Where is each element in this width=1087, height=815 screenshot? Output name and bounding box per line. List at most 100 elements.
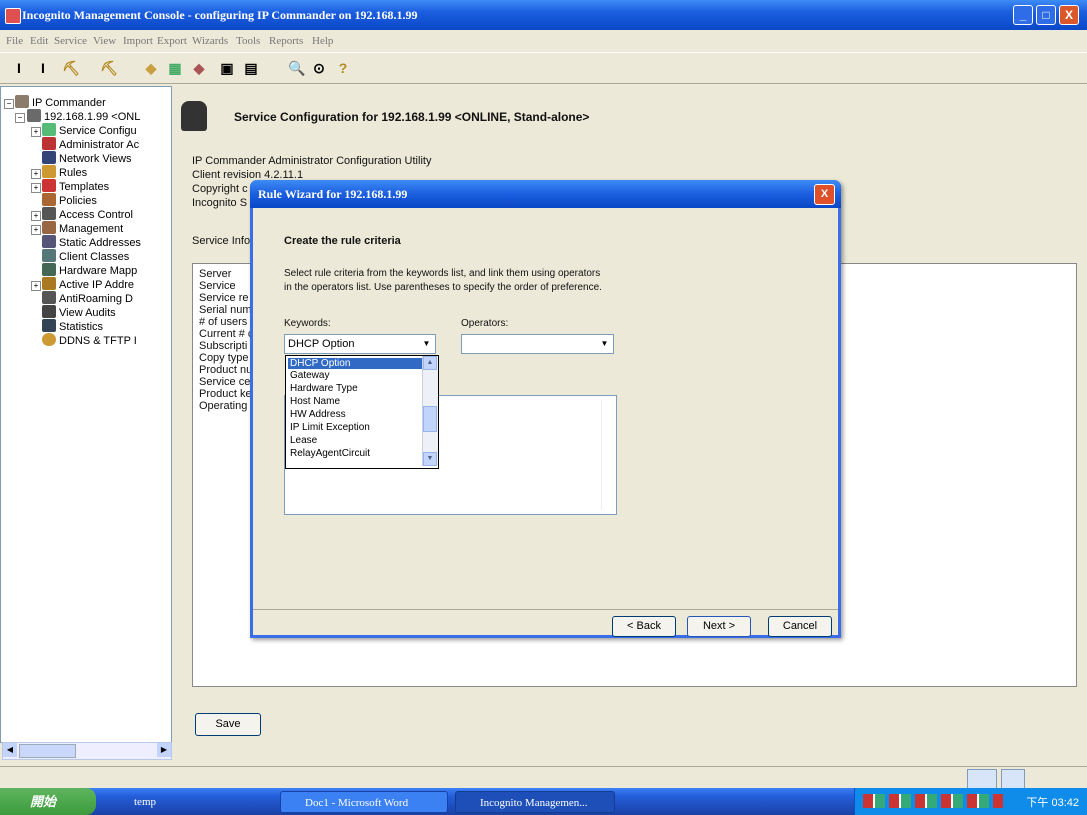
- tree-item-service-configuration[interactable]: Service Configu: [42, 123, 137, 137]
- keywords-select[interactable]: DHCP Option ▼: [284, 334, 436, 354]
- tree-item-hardware-mapping[interactable]: Hardware Mapp: [42, 263, 137, 277]
- window-title: Incognito Management Console - configuri…: [22, 8, 418, 22]
- toolbar: I I ⛏ ⛏ ◆ ▦ ◆ ▣ ▤ 🔍 ⊙ ?: [0, 52, 1087, 84]
- keywords-select-value: DHCP Option: [288, 338, 355, 350]
- collapse-icon[interactable]: −: [15, 113, 25, 123]
- keyword-option[interactable]: HW Address: [288, 409, 422, 420]
- expand-icon[interactable]: +: [31, 127, 41, 137]
- menu-tools[interactable]: Tools: [236, 35, 260, 47]
- refresh-icon[interactable]: ⊙: [308, 58, 330, 78]
- menu-service[interactable]: Service: [54, 35, 87, 47]
- keyword-option[interactable]: Hardware Type: [288, 383, 422, 394]
- tree-item-active-ip-addresses[interactable]: Active IP Addre: [42, 277, 134, 291]
- operators-select[interactable]: ▼: [461, 334, 614, 354]
- tray-icons[interactable]: [863, 794, 1003, 808]
- chevron-down-icon[interactable]: ▼: [419, 336, 434, 352]
- search-icon[interactable]: 🔍: [286, 58, 308, 78]
- scroll-right-icon[interactable]: ▶: [157, 743, 171, 757]
- tree-item-client-classes[interactable]: Client Classes: [42, 249, 129, 263]
- active-ip-icon: [42, 277, 56, 290]
- save-button[interactable]: Save: [195, 713, 261, 736]
- dialog-close-button[interactable]: X: [814, 184, 835, 205]
- tree-item-static-addresses[interactable]: Static Addresses: [42, 235, 141, 249]
- tree-server[interactable]: 192.168.1.99 <ONL: [27, 109, 140, 123]
- toolbar-export-icon[interactable]: ⛏: [98, 58, 120, 78]
- scroll-thumb[interactable]: [423, 406, 437, 432]
- wizard-heading: Create the rule criteria: [284, 235, 401, 247]
- tree-item-view-audits[interactable]: View Audits: [42, 305, 116, 319]
- taskbar-item-temp[interactable]: temp: [110, 791, 220, 813]
- menu-file[interactable]: File: [6, 35, 23, 47]
- keyword-option[interactable]: RelayAgentCircuit: [288, 448, 422, 459]
- menu-help[interactable]: Help: [312, 35, 333, 47]
- expand-icon[interactable]: +: [31, 183, 41, 193]
- chevron-down-icon[interactable]: ▼: [597, 336, 612, 352]
- menu-edit[interactable]: Edit: [30, 35, 48, 47]
- maximize-button[interactable]: □: [1036, 5, 1056, 25]
- toolbar-image-icon[interactable]: ▣: [216, 58, 238, 78]
- keyword-option[interactable]: Lease: [288, 435, 422, 446]
- toolbar-import-icon[interactable]: ⛏: [60, 58, 82, 78]
- menu-export[interactable]: Export: [157, 35, 187, 47]
- back-button[interactable]: < Back: [612, 616, 676, 637]
- agent-logo-icon: [181, 101, 207, 131]
- keywords-dropdown-list[interactable]: DHCP Option Gateway Hardware Type Host N…: [285, 355, 439, 469]
- keyword-option[interactable]: Gateway: [288, 370, 422, 381]
- next-button[interactable]: Next >: [687, 616, 751, 637]
- scroll-down-icon[interactable]: ▼: [423, 452, 437, 466]
- menu-bar: File Edit Service View Import Export Wiz…: [0, 30, 1087, 52]
- tree-horizontal-scrollbar[interactable]: ◀ ▶: [2, 742, 172, 760]
- toolbar-grid-icon[interactable]: ▦: [164, 58, 186, 78]
- keyword-option[interactable]: IP Limit Exception: [288, 422, 422, 433]
- scroll-up-icon[interactable]: ▲: [423, 356, 437, 370]
- help-icon[interactable]: ?: [332, 58, 354, 78]
- tree-item-policies[interactable]: Policies: [42, 193, 97, 207]
- tree-item-antiroaming[interactable]: AntiRoaming D: [42, 291, 133, 305]
- cancel-button[interactable]: Cancel: [768, 616, 832, 637]
- tree-item-management[interactable]: Management: [42, 221, 123, 235]
- toolbar-edit-icon[interactable]: ◆: [140, 58, 162, 78]
- keyword-option[interactable]: DHCP Option: [288, 358, 422, 369]
- language-icon[interactable]: [1001, 769, 1025, 789]
- collapse-icon[interactable]: −: [4, 99, 14, 109]
- tree-item-network-views[interactable]: Network Views: [42, 151, 132, 165]
- tree-item-statistics[interactable]: Statistics: [42, 319, 103, 333]
- minimize-button[interactable]: _: [1013, 5, 1033, 25]
- tree-root[interactable]: IP Commander: [15, 95, 106, 109]
- scroll-left-icon[interactable]: ◀: [3, 743, 17, 757]
- expand-icon[interactable]: +: [31, 211, 41, 221]
- tree-item-administrator-accounts[interactable]: Administrator Ac: [42, 137, 139, 151]
- taskbar-item-incognito[interactable]: Incognito Managemen...: [455, 791, 615, 813]
- utility-name: IP Commander Administrator Configuration…: [192, 155, 432, 167]
- toolbar-doc-icon[interactable]: ▤: [240, 58, 262, 78]
- menu-import[interactable]: Import: [123, 35, 153, 47]
- keyword-option[interactable]: Host Name: [288, 396, 422, 407]
- expand-icon[interactable]: +: [31, 281, 41, 291]
- templates-icon: [42, 179, 56, 192]
- expand-icon[interactable]: +: [31, 225, 41, 235]
- dialog-title-bar[interactable]: Rule Wizard for 192.168.1.99 X: [250, 180, 841, 208]
- textarea-scrollbar[interactable]: [601, 400, 614, 510]
- menu-wizards[interactable]: Wizards: [192, 35, 228, 47]
- menu-reports[interactable]: Reports: [269, 35, 303, 47]
- close-button[interactable]: X: [1059, 5, 1079, 25]
- server-icon: [27, 109, 41, 122]
- keyboard-icon[interactable]: [967, 769, 997, 789]
- menu-view[interactable]: View: [93, 35, 116, 47]
- copyright-text: Copyright c: [192, 183, 248, 195]
- expand-icon[interactable]: +: [31, 169, 41, 179]
- tree-item-access-control[interactable]: Access Control: [42, 207, 133, 221]
- tree-item-templates[interactable]: Templates: [42, 179, 109, 193]
- start-button[interactable]: 開始: [0, 788, 96, 815]
- window-title-bar[interactable]: Incognito Management Console - configuri…: [0, 0, 1087, 30]
- scroll-thumb[interactable]: [19, 744, 76, 758]
- toolbar-tool-icon[interactable]: ◆: [188, 58, 210, 78]
- tree-item-ddns-tftp[interactable]: DDNS & TFTP I: [42, 333, 137, 347]
- toolbar-text2-icon[interactable]: I: [32, 58, 54, 78]
- tree-item-rules[interactable]: Rules: [42, 165, 87, 179]
- dialog-title: Rule Wizard for 192.168.1.99: [258, 187, 408, 201]
- field-label: Product ke: [199, 388, 252, 400]
- toolbar-text-icon[interactable]: I: [8, 58, 30, 78]
- dropdown-scrollbar[interactable]: ▲ ▼: [422, 356, 438, 466]
- taskbar-item-word[interactable]: Doc1 - Microsoft Word: [280, 791, 448, 813]
